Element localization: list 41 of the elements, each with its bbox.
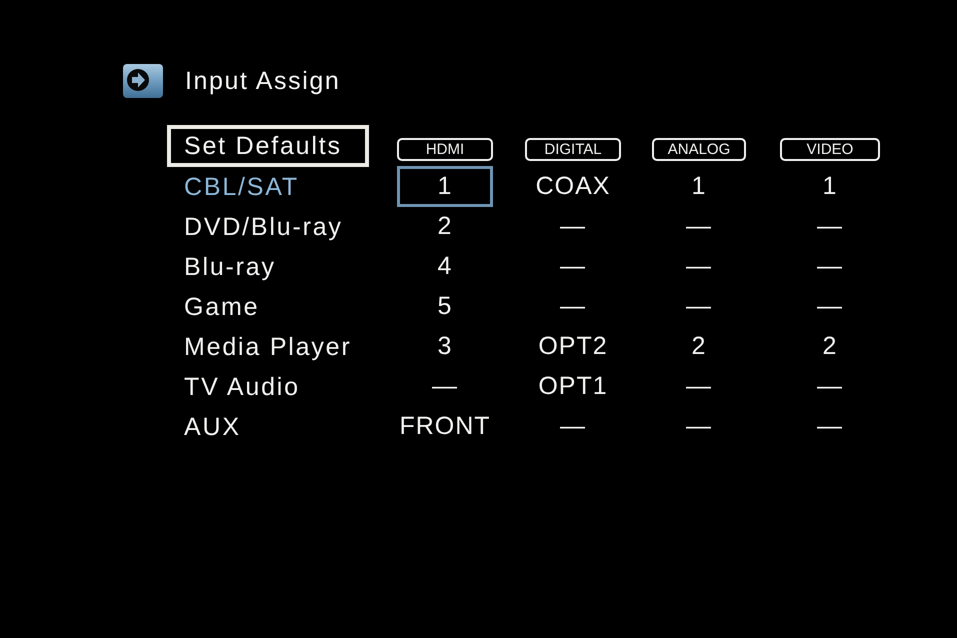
table-cell[interactable]: 2 [397, 206, 493, 247]
source-label[interactable]: Media Player [167, 331, 352, 363]
set-defaults-button[interactable]: Set Defaults [167, 125, 369, 167]
table-cell[interactable]: — [525, 246, 621, 287]
table-cell[interactable]: — [525, 406, 621, 447]
table-cell[interactable]: — [652, 286, 746, 327]
column-header: VIDEO [780, 138, 880, 160]
source-label[interactable]: Game [167, 291, 260, 323]
table-cell[interactable]: — [780, 206, 880, 247]
source-label[interactable]: CBL/SAT [167, 171, 299, 203]
table-cell[interactable]: OPT2 [525, 326, 621, 367]
table-cell[interactable]: — [780, 286, 880, 327]
table-cell[interactable]: — [652, 246, 746, 287]
table-cell[interactable]: 4 [397, 246, 493, 287]
table-cell[interactable]: FRONT [397, 406, 493, 447]
table-cell[interactable]: — [780, 246, 880, 287]
table-cell[interactable]: COAX [525, 166, 621, 207]
column-header: DIGITAL [525, 138, 621, 160]
table-cell[interactable]: — [652, 366, 746, 407]
table-cell[interactable]: 2 [652, 326, 746, 367]
table-cell[interactable]: — [397, 366, 493, 407]
table-cell[interactable]: — [780, 366, 880, 407]
table-cell[interactable]: OPT1 [525, 366, 621, 407]
table-cell[interactable]: 2 [780, 326, 880, 367]
screen-title: Input Assign [185, 66, 340, 96]
table-cell[interactable]: 1 [397, 166, 493, 207]
table-cell[interactable]: 5 [397, 286, 493, 327]
source-label[interactable]: DVD/Blu-ray [167, 211, 343, 243]
table-cell[interactable]: — [652, 206, 746, 247]
column-header: HDMI [397, 138, 493, 160]
table-cell[interactable]: 3 [397, 326, 493, 367]
table-cell[interactable]: 1 [780, 166, 880, 207]
source-label[interactable]: Blu-ray [167, 251, 276, 283]
column-header: ANALOG [652, 138, 746, 160]
table-cell[interactable]: 1 [652, 166, 746, 207]
table-cell[interactable]: — [525, 286, 621, 327]
table-cell[interactable]: — [780, 406, 880, 447]
source-label[interactable]: AUX [167, 411, 241, 443]
source-label[interactable]: TV Audio [167, 371, 300, 403]
table-cell[interactable]: — [525, 206, 621, 247]
table-cell[interactable]: — [652, 406, 746, 447]
